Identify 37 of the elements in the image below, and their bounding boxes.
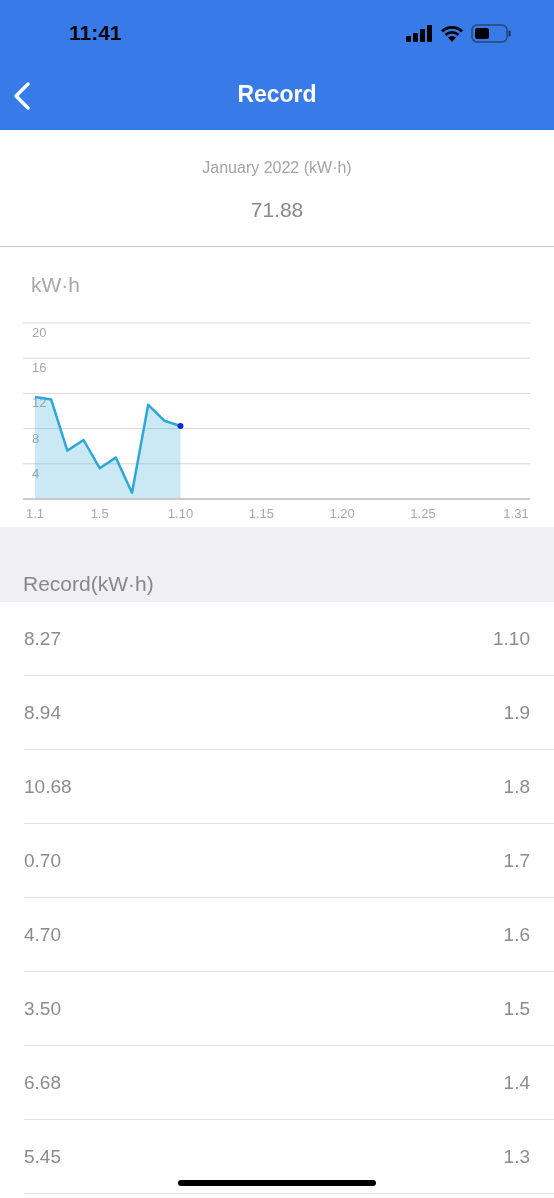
record-date: 1.6 — [503, 923, 530, 946]
record-value: 3.50 — [24, 997, 61, 1020]
chart-unit: kW·h — [31, 273, 81, 297]
month-label: January 2022 (kW·h) — [202, 159, 352, 177]
record-date: 1.8 — [503, 775, 530, 798]
y-tick-label: 8 — [32, 430, 40, 446]
x-tick-label: 1.10 — [167, 506, 194, 519]
record-value: 8.27 — [24, 627, 61, 650]
record-value: 0.70 — [24, 849, 61, 872]
month-total: 71.88 — [250, 198, 304, 222]
y-tick-label: 4 — [32, 465, 40, 481]
x-tick-label: 1.20 — [329, 506, 355, 519]
x-tick-label: 1.5 — [90, 506, 109, 519]
data-point — [177, 422, 184, 429]
x-tick-label: 1.25 — [410, 506, 436, 519]
wifi-icon — [440, 24, 464, 42]
x-tick-label: 1.31 — [503, 506, 529, 519]
page-title: Record — [237, 80, 317, 108]
battery-icon — [471, 23, 511, 43]
y-tick-label: 16 — [32, 360, 47, 376]
status-time: 11:41 — [69, 20, 122, 45]
record-value: 4.70 — [24, 923, 61, 946]
record-value: 10.68 — [24, 775, 72, 798]
record-date: 1.5 — [503, 997, 530, 1020]
signal-icon — [406, 24, 433, 42]
record-date: 1.10 — [493, 627, 530, 650]
x-tick-label: 1.15 — [248, 506, 274, 519]
record-date: 1.4 — [503, 1071, 530, 1094]
x-tick-label: 1.1 — [25, 506, 45, 519]
record-date: 1.3 — [503, 1145, 530, 1168]
record-value: 6.68 — [24, 1071, 61, 1094]
record-value: 8.94 — [24, 701, 61, 724]
record-value: 5.45 — [24, 1145, 61, 1168]
section-title: Record(kW·h) — [23, 572, 154, 596]
record-date: 1.9 — [503, 701, 530, 724]
y-tick-label: 20 — [32, 325, 47, 340]
record-date: 1.7 — [503, 849, 530, 872]
